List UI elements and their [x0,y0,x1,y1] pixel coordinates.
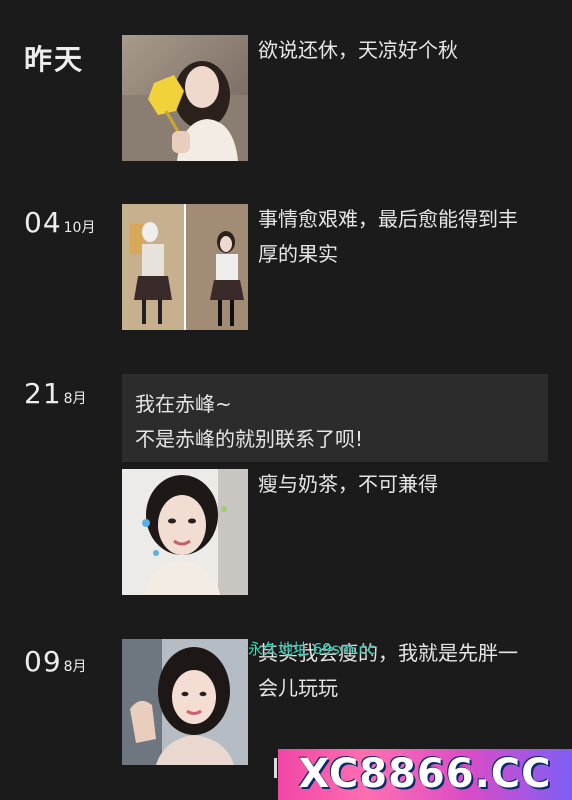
date-day: 21 [24,377,62,410]
date-month: 10月 [63,220,96,236]
date-yesterday: 昨天 [24,43,85,76]
text-post[interactable]: 我在赤峰~ 不是赤峰的就别联系了呗! [122,374,548,462]
text-post-line: 不是赤峰的就别联系了呗! [135,427,364,451]
photo-car-selfie [122,639,248,765]
photo-mirror-selfie-collage [122,204,248,330]
ad-banner[interactable]: XC8866.CC [278,749,572,800]
partial-cursor-mark [274,758,277,778]
ad-banner-text: XC8866.CC [298,751,552,797]
watermark-url: 永久地址 69sm.cc [248,640,376,658]
photo-thumbnail[interactable] [122,469,248,595]
photo-thumbnail[interactable] [122,639,248,765]
text-post-line: 我在赤峰~ [135,392,232,416]
date-day: 09 [24,645,62,678]
date-month: 8月 [63,659,87,675]
post-date: 04 10月 [24,206,95,239]
photo-thumbnail[interactable] [122,204,248,330]
photo-girl-with-leaf [122,35,248,161]
photo-thumbnail[interactable] [122,35,248,161]
post-date: 09 8月 [24,645,87,678]
photo-portrait-selfie [122,469,248,595]
post-caption[interactable]: 瘦与奶茶，不可兼得 [258,467,528,502]
post-date: 21 8月 [24,377,87,410]
date-day: 04 [24,206,62,239]
date-month: 8月 [63,391,87,407]
post-caption[interactable]: 欲说还休，天凉好个秋 [258,33,528,68]
post-caption[interactable]: 事情愈艰难，最后愈能得到丰厚的果实 [258,202,528,272]
